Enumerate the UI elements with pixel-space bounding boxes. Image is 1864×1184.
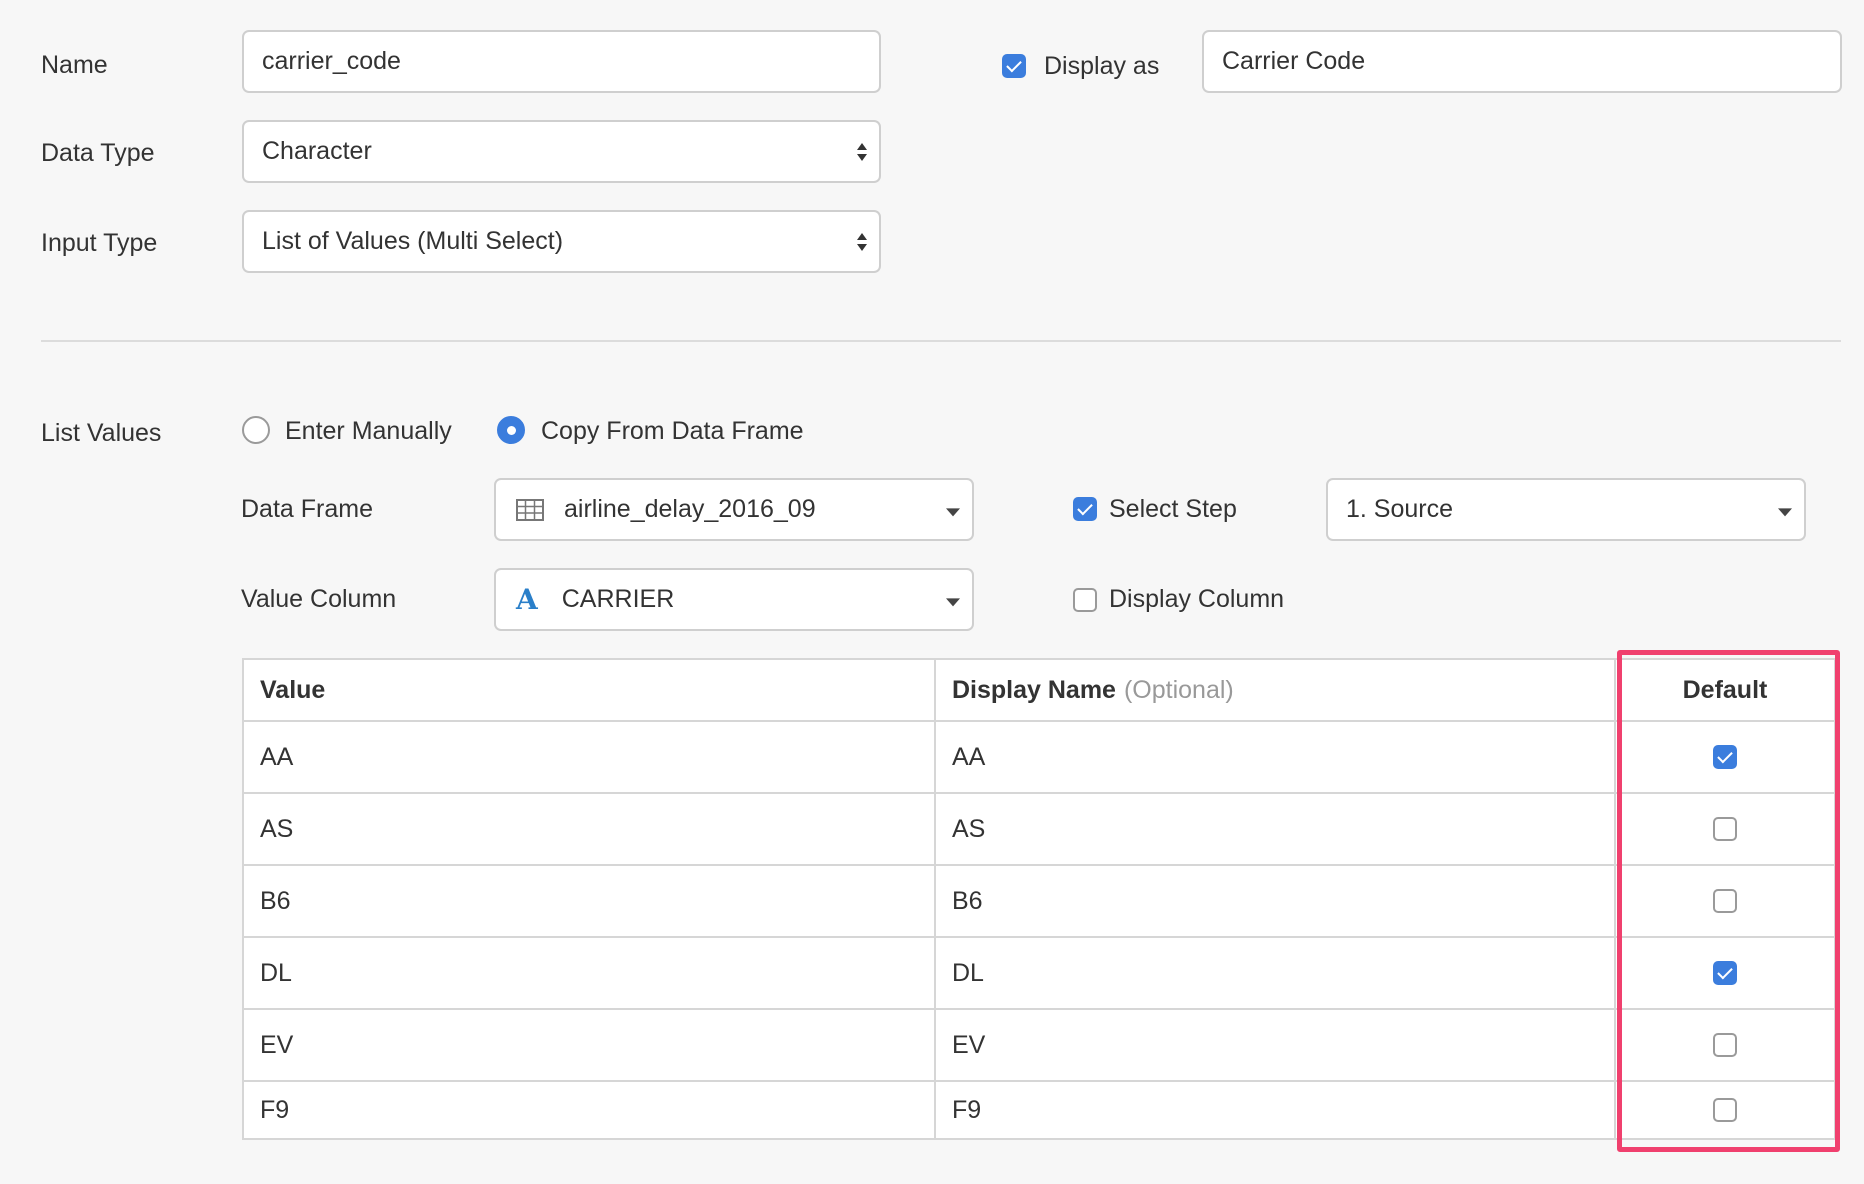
table-row: EV EV [244, 1010, 1834, 1082]
values-table: Value Display Name (Optional) Default AA… [242, 658, 1836, 1140]
row-display-name-cell[interactable]: F9 [936, 1082, 1616, 1138]
select-arrows-icon [857, 142, 867, 161]
row-display-name-cell[interactable]: AA [936, 722, 1616, 792]
chevron-down-icon [946, 597, 960, 606]
header-display-name: Display Name (Optional) [936, 660, 1616, 720]
data-type-label: Data Type [41, 139, 155, 167]
display-column-checkbox[interactable] [1073, 588, 1097, 612]
copy-from-data-frame-radio[interactable] [497, 416, 525, 444]
select-step-select[interactable]: 1. Source [1326, 478, 1806, 541]
name-input[interactable]: carrier_code [242, 30, 881, 93]
data-frame-value: airline_delay_2016_09 [564, 495, 816, 523]
select-arrows-icon [857, 232, 867, 251]
row-default-cell [1616, 866, 1834, 936]
row-default-cell [1616, 1010, 1834, 1080]
row-value-cell[interactable]: DL [244, 938, 936, 1008]
row-display-name-cell[interactable]: EV [936, 1010, 1616, 1080]
display-as-input-value: Carrier Code [1222, 47, 1366, 75]
row-default-cell [1616, 722, 1834, 792]
header-display-name-label: Display Name [952, 675, 1116, 704]
row-default-cell [1616, 1082, 1834, 1138]
name-input-value: carrier_code [262, 47, 401, 75]
data-type-value: Character [262, 137, 372, 165]
select-step-label: Select Step [1109, 495, 1237, 523]
input-type-value: List of Values (Multi Select) [262, 227, 564, 255]
header-default: Default [1682, 675, 1768, 704]
table-row: B6 B6 [244, 866, 1834, 938]
enter-manually-label: Enter Manually [285, 417, 452, 445]
row-display-name-cell[interactable]: B6 [936, 866, 1616, 936]
character-type-icon: A [516, 583, 538, 616]
select-step-checkbox[interactable] [1073, 497, 1097, 521]
row-value-cell[interactable]: EV [244, 1010, 936, 1080]
default-checkbox[interactable] [1713, 745, 1737, 769]
row-value-cell[interactable]: F9 [244, 1082, 936, 1138]
value-column-select[interactable]: A CARRIER [494, 568, 974, 631]
enter-manually-radio[interactable] [242, 416, 270, 444]
row-display-name-cell[interactable]: DL [936, 938, 1616, 1008]
table-row: AS AS [244, 794, 1834, 866]
table-row: DL DL [244, 938, 1834, 1010]
table-row: AA AA [244, 722, 1834, 794]
copy-from-data-frame-label: Copy From Data Frame [541, 417, 804, 445]
display-column-label: Display Column [1109, 585, 1285, 613]
header-display-name-hint: (Optional) [1123, 675, 1234, 704]
table-grid-icon [516, 498, 544, 521]
name-label: Name [41, 51, 108, 79]
table-row: F9 F9 [244, 1082, 1834, 1138]
row-default-cell [1616, 794, 1834, 864]
data-type-select[interactable]: Character [242, 120, 881, 183]
chevron-down-icon [1778, 507, 1792, 516]
default-checkbox[interactable] [1713, 889, 1737, 913]
display-as-label: Display as [1044, 52, 1160, 80]
default-checkbox[interactable] [1713, 961, 1737, 985]
default-checkbox[interactable] [1713, 1033, 1737, 1057]
row-display-name-cell[interactable]: AS [936, 794, 1616, 864]
section-divider [41, 340, 1841, 342]
input-type-label: Input Type [41, 229, 158, 257]
data-frame-label: Data Frame [241, 495, 373, 523]
select-step-value: 1. Source [1346, 495, 1454, 523]
value-column-label: Value Column [241, 585, 397, 613]
chevron-down-icon [946, 507, 960, 516]
row-value-cell[interactable]: AS [244, 794, 936, 864]
header-value: Value [244, 660, 936, 720]
value-column-value: CARRIER [561, 585, 675, 613]
row-value-cell[interactable]: B6 [244, 866, 936, 936]
default-checkbox[interactable] [1713, 817, 1737, 841]
table-header-row: Value Display Name (Optional) Default [244, 660, 1834, 722]
display-as-checkbox[interactable] [1002, 54, 1026, 78]
display-as-input[interactable]: Carrier Code [1202, 30, 1842, 93]
input-type-select[interactable]: List of Values (Multi Select) [242, 210, 881, 273]
row-default-cell [1616, 938, 1834, 1008]
row-value-cell[interactable]: AA [244, 722, 936, 792]
list-values-label: List Values [41, 419, 162, 447]
data-frame-select[interactable]: airline_delay_2016_09 [494, 478, 974, 541]
default-checkbox[interactable] [1713, 1098, 1737, 1122]
